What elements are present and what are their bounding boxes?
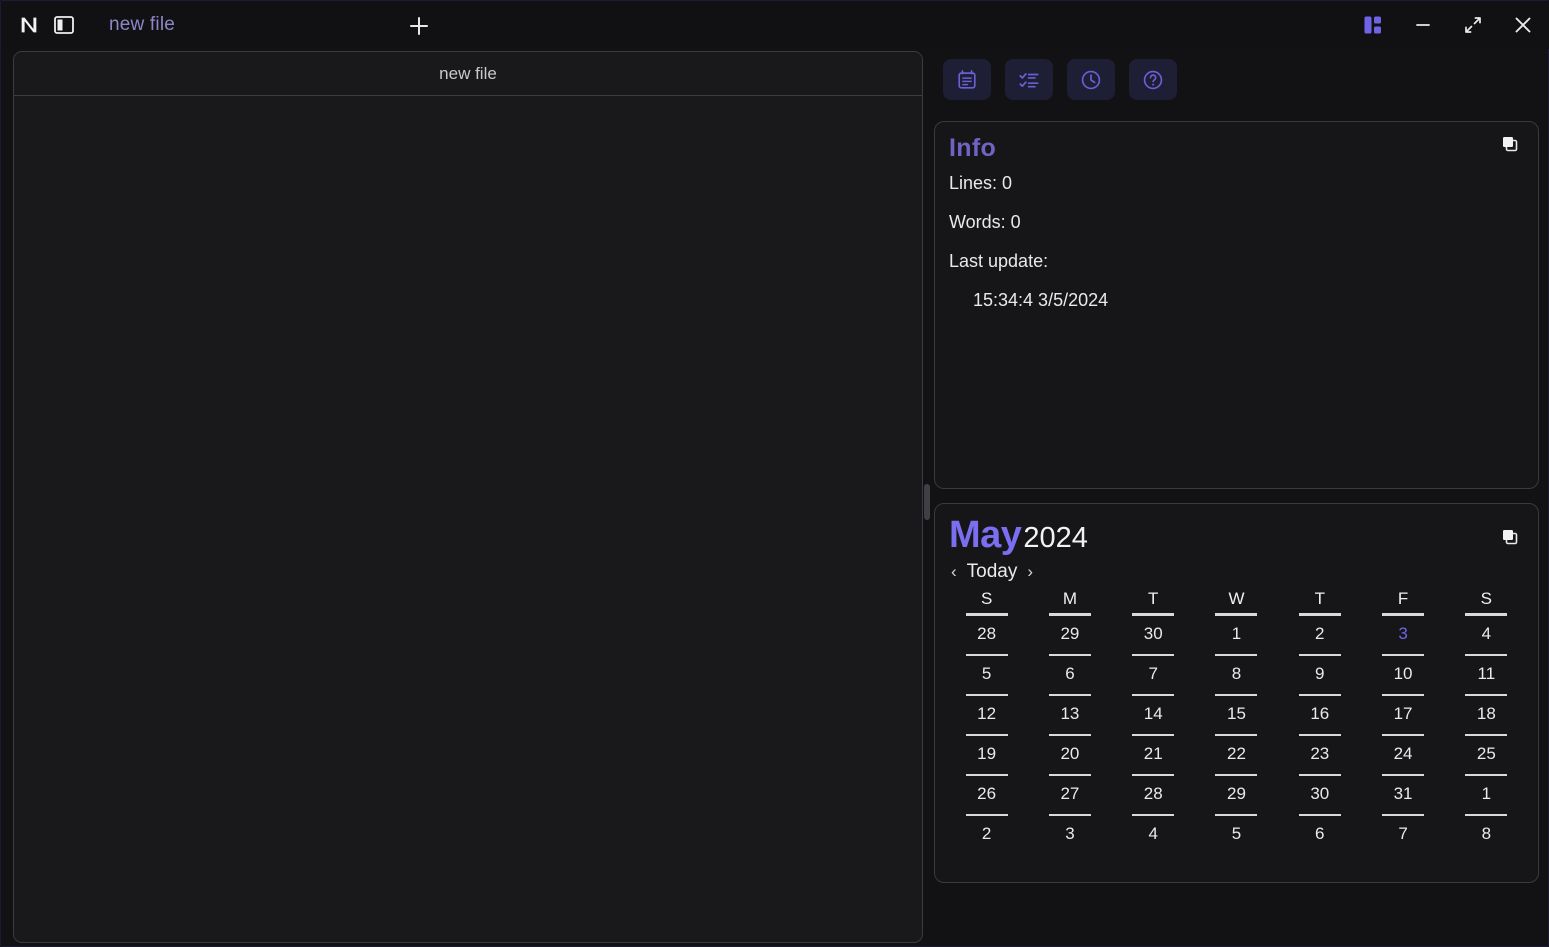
calendar-day[interactable]: 5 <box>945 654 1028 694</box>
new-tab-button[interactable] <box>406 13 432 39</box>
calendar-day[interactable]: 8 <box>1445 814 1528 854</box>
info-words-count: Words: 0 <box>949 212 1021 232</box>
minimize-icon[interactable] <box>1410 12 1436 38</box>
editor-pane: new file <box>13 51 923 943</box>
calendar-month: May <box>949 514 1022 556</box>
calendar-day[interactable]: 28 <box>1112 774 1195 814</box>
info-lines-count: Lines: 0 <box>949 173 1013 193</box>
calendar-day[interactable]: 26 <box>945 774 1028 814</box>
window-controls <box>1360 1 1536 49</box>
pane-splitter-handle[interactable] <box>924 484 930 520</box>
day-header: M <box>1028 589 1111 614</box>
calendar-day[interactable]: 6 <box>1278 814 1361 854</box>
calendar-day[interactable]: 7 <box>1112 654 1195 694</box>
calendar-day[interactable]: 18 <box>1445 694 1528 734</box>
editor-text-area[interactable] <box>14 96 922 942</box>
calendar-day[interactable]: 12 <box>945 694 1028 734</box>
info-last-update-value: 15:34:4 3/5/2024 <box>973 290 1109 310</box>
prev-month-button[interactable]: ‹ <box>951 562 957 582</box>
calendar-nav: ‹ Today › <box>935 557 1538 583</box>
calendar-day[interactable]: 28 <box>945 614 1028 654</box>
calendar-day[interactable]: 21 <box>1112 734 1195 774</box>
calendar-day[interactable]: 17 <box>1361 694 1444 734</box>
calendar-year: 2024 <box>1023 522 1088 554</box>
day-header: W <box>1195 589 1278 614</box>
calendar-day[interactable]: 9 <box>1278 654 1361 694</box>
calendar-card: May 2024 ‹ Today › S M T W T F S 28 29 3… <box>934 503 1539 883</box>
calendar-day[interactable]: 10 <box>1361 654 1444 694</box>
layout-grid-icon[interactable] <box>1360 12 1386 38</box>
info-title: Info <box>949 134 997 162</box>
notes-button[interactable] <box>943 59 991 100</box>
calendar-day[interactable]: 31 <box>1361 774 1444 814</box>
copy-icon[interactable] <box>1500 134 1520 154</box>
calendar-day[interactable]: 22 <box>1195 734 1278 774</box>
sidebar-toggle-icon[interactable] <box>53 15 75 35</box>
calendar-day[interactable]: 27 <box>1028 774 1111 814</box>
today-button[interactable]: Today <box>967 561 1018 583</box>
clock-button[interactable] <box>1067 59 1115 100</box>
editor-header: new file <box>14 52 922 96</box>
calendar-day[interactable]: 15 <box>1195 694 1278 734</box>
app-logo-n-icon <box>17 13 41 37</box>
calendar-day[interactable]: 23 <box>1278 734 1361 774</box>
info-card: Info Lines: 0 Words: 0 Last update: 15:3… <box>934 121 1539 489</box>
panel-toolbar <box>933 51 1540 100</box>
calendar-day[interactable]: 16 <box>1278 694 1361 734</box>
calendar-day[interactable]: 2 <box>1278 614 1361 654</box>
next-month-button[interactable]: › <box>1027 562 1033 582</box>
calendar-day[interactable]: 25 <box>1445 734 1528 774</box>
day-header: T <box>1278 589 1361 614</box>
day-header: F <box>1361 589 1444 614</box>
calendar-day[interactable]: 29 <box>1195 774 1278 814</box>
calendar-header: May 2024 <box>935 504 1538 557</box>
calendar-day[interactable]: 3 <box>1028 814 1111 854</box>
maximize-icon[interactable] <box>1460 12 1486 38</box>
calendar-grid: S M T W T F S 28 29 30 1 2 3 4 5 6 7 8 9… <box>935 583 1538 854</box>
calendar-day[interactable]: 4 <box>1445 614 1528 654</box>
info-last-update-label: Last update: <box>949 251 1049 271</box>
calendar-day[interactable]: 20 <box>1028 734 1111 774</box>
right-panel: Info Lines: 0 Words: 0 Last update: 15:3… <box>933 51 1540 943</box>
day-header: T <box>1112 589 1195 614</box>
calendar-day[interactable]: 1 <box>1445 774 1528 814</box>
calendar-day[interactable]: 5 <box>1195 814 1278 854</box>
editor-file-title: new file <box>439 63 497 83</box>
close-icon[interactable] <box>1510 12 1536 38</box>
calendar-day[interactable]: 6 <box>1028 654 1111 694</box>
calendar-day[interactable]: 1 <box>1195 614 1278 654</box>
calendar-day[interactable]: 8 <box>1195 654 1278 694</box>
calendar-day[interactable]: 19 <box>945 734 1028 774</box>
calendar-day[interactable]: 4 <box>1112 814 1195 854</box>
day-header: S <box>1445 589 1528 614</box>
calendar-day[interactable]: 30 <box>1278 774 1361 814</box>
calendar-title: May 2024 <box>949 514 1088 557</box>
calendar-day[interactable]: 7 <box>1361 814 1444 854</box>
calendar-day[interactable]: 13 <box>1028 694 1111 734</box>
tab-new-file[interactable]: new file <box>109 14 175 36</box>
day-header: S <box>945 589 1028 614</box>
info-card-header: Info <box>935 122 1538 163</box>
calendar-day[interactable]: 14 <box>1112 694 1195 734</box>
calendar-day-today[interactable]: 3 <box>1361 614 1444 654</box>
calendar-day[interactable]: 2 <box>945 814 1028 854</box>
title-bar: new file <box>1 1 1549 49</box>
title-bar-left: new file <box>1 13 175 37</box>
info-body: Lines: 0 Words: 0 Last update: 15:34:4 3… <box>935 163 1538 311</box>
calendar-day[interactable]: 24 <box>1361 734 1444 774</box>
calendar-day[interactable]: 30 <box>1112 614 1195 654</box>
copy-icon[interactable] <box>1500 527 1520 547</box>
calendar-day[interactable]: 29 <box>1028 614 1111 654</box>
calendar-day[interactable]: 11 <box>1445 654 1528 694</box>
help-button[interactable] <box>1129 59 1177 100</box>
checklist-button[interactable] <box>1005 59 1053 100</box>
app-window: new file new file Info Lines: 0 Words: 0… <box>0 0 1549 947</box>
